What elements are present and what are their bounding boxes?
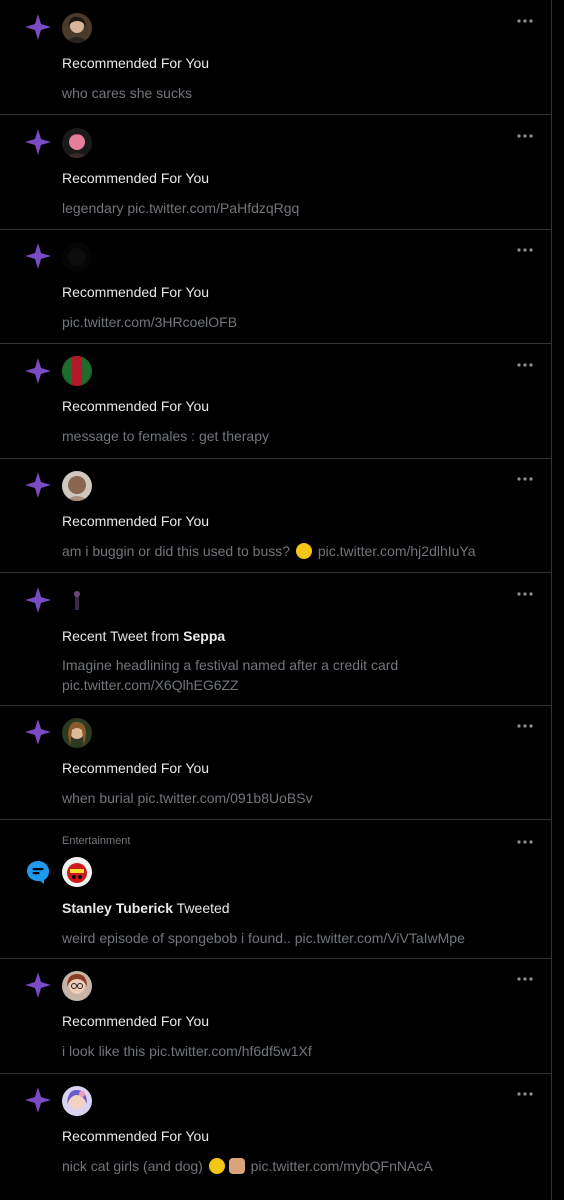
notification-item[interactable]: Recent Tweet from Seppa Imagine headlini… (0, 573, 551, 706)
more-options-icon[interactable] (515, 720, 535, 732)
tweet-text[interactable]: legendary pic.twitter.com/PaHfdzqRgq (62, 198, 532, 218)
more-options-icon[interactable] (515, 836, 535, 848)
avatar[interactable] (62, 13, 92, 43)
notifications-feed: Recommended For You who cares she sucks … (0, 0, 552, 1200)
notification-title: Recommended For You (62, 284, 210, 300)
topic-label: Entertainment (62, 835, 131, 847)
avatar[interactable] (62, 857, 92, 887)
sparkle-icon (24, 128, 52, 156)
sparkle-icon (24, 1086, 52, 1114)
sparkle-icon (24, 13, 52, 41)
notification-title: Recommended For You (62, 760, 210, 776)
notification-item[interactable]: Recommended For You pic.twitter.com/3HRc… (0, 230, 551, 344)
grinning-face-emoji (208, 1158, 225, 1174)
sparkle-icon (24, 357, 52, 385)
notification-title: Recommended For You (62, 170, 210, 186)
sparkle-icon (24, 242, 52, 270)
thumbs-up-emoji (228, 1158, 245, 1174)
sparkle-icon (24, 718, 52, 746)
notification-item[interactable]: Recommended For You am i buggin or did t… (0, 459, 551, 573)
avatar[interactable] (62, 1086, 92, 1116)
tweet-text[interactable]: weird episode of spongebob i found.. pic… (62, 928, 532, 948)
more-options-icon[interactable] (515, 15, 535, 27)
avatar[interactable] (62, 356, 92, 386)
sparkle-icon (24, 971, 52, 999)
title-prefix: Recent Tweet from (62, 628, 180, 644)
more-options-icon[interactable] (515, 973, 535, 985)
more-options-icon[interactable] (515, 588, 535, 600)
tweet-text[interactable]: am i buggin or did this used to buss? pi… (62, 541, 532, 561)
notification-item[interactable]: Entertainment Stanley Tuberick Tweeted w… (0, 820, 551, 959)
tweet-text[interactable]: i look like this pic.twitter.com/hf6df5w… (62, 1041, 532, 1061)
tweet-text-line: Imagine headlining a festival named afte… (62, 657, 399, 673)
page-scroll-area[interactable] (553, 0, 564, 1200)
author-name[interactable]: Seppa (183, 628, 225, 644)
notification-title: Recent Tweet from Seppa (62, 627, 225, 645)
more-options-icon[interactable] (515, 473, 535, 485)
tweet-link[interactable]: pic.twitter.com/X6QlhEG6ZZ (62, 675, 532, 695)
notification-item[interactable]: Recommended For You nick cat girls (and … (0, 1074, 551, 1200)
more-options-icon[interactable] (515, 359, 535, 371)
notification-item[interactable]: Recommended For You legendary pic.twitte… (0, 115, 551, 230)
tweet-text-before-emoji: nick cat girls (and dog) (62, 1158, 203, 1174)
author-name[interactable]: Stanley Tuberick (62, 900, 173, 916)
notification-title: Stanley Tuberick Tweeted (62, 899, 230, 917)
more-options-icon[interactable] (515, 244, 535, 256)
avatar[interactable] (62, 586, 92, 616)
tweet-link[interactable]: pic.twitter.com/hj2dlhIuYa (318, 543, 476, 559)
notification-title: Recommended For You (62, 513, 210, 529)
avatar[interactable] (62, 242, 92, 272)
notification-item[interactable]: Recommended For You who cares she sucks (0, 0, 551, 115)
notification-title: Recommended For You (62, 1013, 210, 1029)
more-options-icon[interactable] (515, 1088, 535, 1100)
notification-title: Recommended For You (62, 398, 210, 414)
tweet-text[interactable]: who cares she sucks (62, 83, 532, 103)
notification-item[interactable]: Recommended For You message to females :… (0, 344, 551, 459)
raised-eyebrow-face-emoji (295, 543, 312, 559)
sparkle-icon (24, 586, 52, 614)
notification-title: Recommended For You (62, 55, 210, 71)
avatar[interactable] (62, 971, 92, 1001)
tweet-link[interactable]: pic.twitter.com/mybQFnNAcA (251, 1158, 433, 1174)
notification-title: Recommended For You (62, 1128, 210, 1144)
avatar[interactable] (62, 471, 92, 501)
sparkle-icon (24, 471, 52, 499)
notification-item[interactable]: Recommended For You when burial pic.twit… (0, 706, 551, 820)
avatar[interactable] (62, 718, 92, 748)
tweet-text-before-emoji: am i buggin or did this used to buss? (62, 543, 291, 559)
title-suffix: Tweeted (176, 900, 230, 916)
tweet-text[interactable]: Imagine headlining a festival named afte… (62, 655, 532, 695)
notification-item[interactable]: Recommended For You i look like this pic… (0, 959, 551, 1074)
tweet-text[interactable]: message to females : get therapy (62, 426, 532, 446)
tweet-text[interactable]: nick cat girls (and dog) pic.twitter.com… (62, 1156, 532, 1176)
more-options-icon[interactable] (515, 130, 535, 142)
tweet-text[interactable]: when burial pic.twitter.com/091b8UoBSv (62, 788, 532, 808)
topic-bubble-icon (24, 858, 52, 886)
tweet-text[interactable]: pic.twitter.com/3HRcoelOFB (62, 312, 532, 332)
avatar[interactable] (62, 128, 92, 158)
